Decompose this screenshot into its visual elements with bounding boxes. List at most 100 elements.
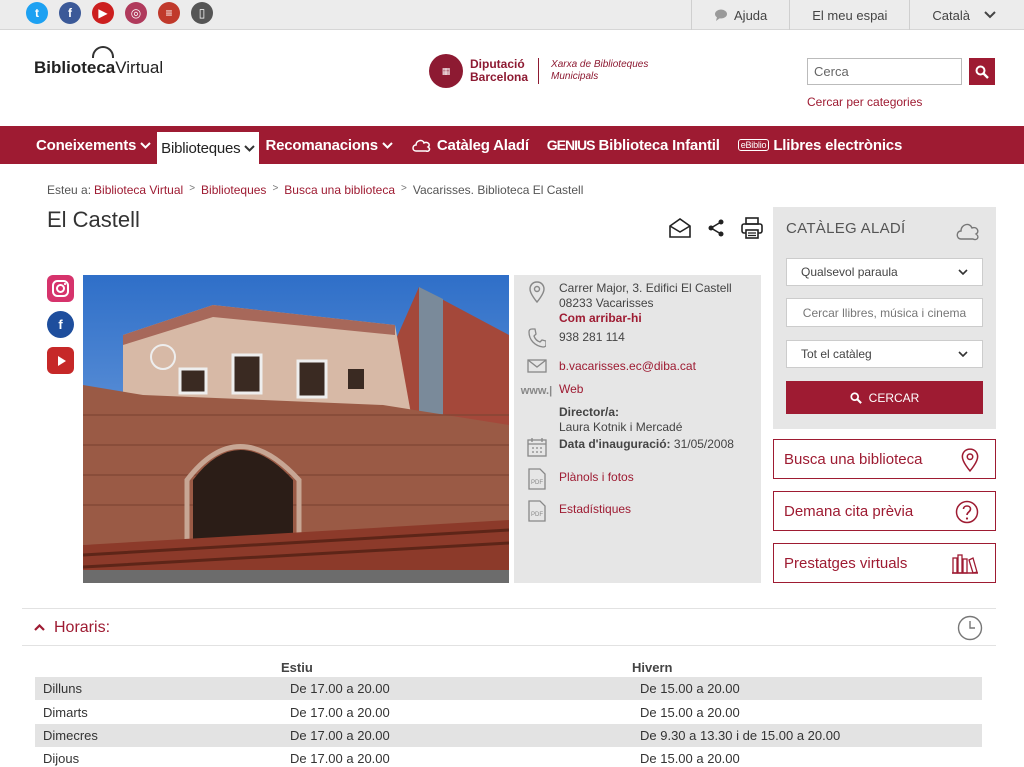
mobile-icon[interactable]: ▯ bbox=[191, 2, 213, 24]
book-appointment-label: Demana cita prèvia bbox=[784, 502, 914, 520]
day-cell: Dilluns bbox=[43, 681, 83, 696]
envelope-icon bbox=[526, 359, 547, 373]
nav-item-biblioteca-infantil[interactable]: GENIUS Biblioteca Infantil bbox=[541, 126, 726, 164]
nav-item-biblioteques[interactable]: Biblioteques bbox=[157, 132, 260, 164]
nav-item-coneixements[interactable]: Coneixements bbox=[30, 126, 157, 164]
my-space-link[interactable]: El meu espai bbox=[789, 0, 909, 30]
chevron-down-icon bbox=[958, 351, 968, 357]
share-button[interactable] bbox=[704, 216, 728, 240]
help-link[interactable]: Ajuda bbox=[691, 0, 789, 30]
chevron-down-icon bbox=[984, 11, 996, 19]
inauguration-row: Data d'inauguració: 31/05/2008 bbox=[514, 437, 734, 457]
wifi-icon bbox=[92, 46, 114, 58]
facebook-icon[interactable]: f bbox=[47, 311, 74, 338]
blog-icon[interactable]: ≡ bbox=[158, 2, 180, 24]
email-share-button[interactable] bbox=[668, 216, 692, 240]
summer-cell: De 17.00 a 20.00 bbox=[290, 681, 390, 696]
genius-logo-icon: GENIUS bbox=[546, 137, 596, 153]
twitter-icon[interactable]: t bbox=[26, 2, 48, 24]
question-circle-icon bbox=[955, 500, 979, 524]
table-row: Dimecres De 17.00 a 20.00 De 9.30 a 13.3… bbox=[35, 724, 982, 747]
schedule-header[interactable]: Horaris: bbox=[22, 610, 996, 646]
svg-text:PDF: PDF bbox=[531, 512, 543, 518]
book-appointment-button[interactable]: Demana cita prèvia bbox=[773, 491, 996, 531]
diputacio-logo[interactable]: ▦ Diputació Barcelona Xarxa de Biblioteq… bbox=[429, 54, 648, 88]
page-actions bbox=[668, 216, 764, 240]
chevron-down-icon bbox=[244, 144, 256, 152]
phone-number: 938 281 114 bbox=[559, 330, 625, 344]
nav-item-llibres-electronics[interactable]: eBiblio Llibres electrònics bbox=[732, 126, 908, 164]
utility-nav: Ajuda El meu espai Català bbox=[691, 0, 1024, 30]
virtual-shelves-label: Prestatges virtuals bbox=[784, 554, 908, 572]
chevron-up-icon bbox=[34, 622, 45, 634]
catalog-search-button[interactable]: CERCAR bbox=[786, 381, 983, 414]
winter-cell: De 9.30 a 13.30 i de 15.00 a 20.00 bbox=[640, 728, 841, 743]
catalog-search-label: CERCAR bbox=[868, 390, 920, 405]
breadcrumb-link[interactable]: Busca una biblioteca bbox=[284, 183, 395, 197]
phone-icon bbox=[527, 328, 546, 348]
nav-label: Catàleg Aladí bbox=[436, 136, 529, 154]
address-line1: Carrer Major, 3. Edifici El Castell bbox=[559, 281, 732, 295]
catalog-scope-select[interactable]: Tot el catàleg bbox=[786, 340, 983, 368]
day-cell: Dimecres bbox=[43, 728, 98, 743]
top-bar: t f ▶ ◎ ≡ ▯ Ajuda El meu espai Català bbox=[0, 0, 1024, 30]
nav-item-recomanacions[interactable]: Recomanacions bbox=[259, 126, 398, 164]
email-link[interactable]: b.vacarisses.ec@diba.cat bbox=[559, 359, 696, 374]
print-button[interactable] bbox=[740, 216, 764, 240]
clock-icon bbox=[957, 615, 983, 641]
search-button[interactable] bbox=[969, 58, 995, 85]
search-mode-select[interactable]: Qualsevol paraula bbox=[786, 258, 983, 286]
cloud-icon bbox=[412, 139, 431, 152]
nav-label: Recomanacions bbox=[265, 136, 378, 154]
diputacio-name: Diputació Barcelona bbox=[470, 58, 528, 84]
aladi-catalog-search: CATÀLEG ALADÍ Qualsevol paraula Cercar l… bbox=[773, 207, 996, 429]
winter-cell: De 15.00 a 20.00 bbox=[640, 705, 740, 720]
breadcrumb-separator: > bbox=[272, 183, 279, 194]
winter-column-header: Hivern bbox=[632, 660, 673, 675]
breadcrumb-prefix: Esteu a: bbox=[47, 183, 92, 197]
email-row: b.vacarisses.ec@diba.cat bbox=[514, 359, 696, 374]
inauguration-label: Data d'inauguració: bbox=[559, 437, 671, 451]
inauguration-date: 31/05/2008 bbox=[673, 437, 734, 451]
aladi-title: CATÀLEG ALADÍ bbox=[786, 220, 906, 237]
summer-cell: De 17.00 a 20.00 bbox=[290, 751, 390, 766]
printer-icon bbox=[741, 217, 763, 239]
language-selector[interactable]: Català bbox=[909, 0, 1024, 30]
web-link[interactable]: Web bbox=[559, 382, 583, 397]
web-row: www.| Web bbox=[514, 382, 584, 397]
library-photo bbox=[83, 275, 509, 583]
directions-link[interactable]: Com arribar-hi bbox=[559, 311, 732, 326]
section-divider bbox=[22, 608, 996, 609]
map-pin-icon bbox=[961, 448, 979, 472]
instagram-icon[interactable]: ◎ bbox=[125, 2, 147, 24]
breadcrumb-link[interactable]: Biblioteca Virtual bbox=[94, 183, 183, 197]
nav-label: Coneixements bbox=[36, 136, 137, 154]
breadcrumb-link[interactable]: Biblioteques bbox=[201, 183, 266, 197]
instagram-icon[interactable] bbox=[47, 275, 74, 302]
youtube-icon[interactable]: ▶ bbox=[92, 2, 114, 24]
day-cell: Dijous bbox=[43, 751, 80, 766]
library-info-panel: Carrer Major, 3. Edifici El Castell 0823… bbox=[514, 275, 761, 583]
svg-text:PDF: PDF bbox=[531, 480, 543, 486]
logo-divider bbox=[538, 58, 540, 84]
youtube-icon[interactable] bbox=[47, 347, 74, 374]
main-nav: Coneixements Biblioteques Recomanacions … bbox=[0, 126, 1024, 164]
address-line2: 08233 Vacarisses bbox=[559, 296, 654, 310]
virtual-shelves-button[interactable]: Prestatges virtuals bbox=[773, 543, 996, 583]
summer-column-header: Estiu bbox=[281, 660, 313, 675]
facebook-icon[interactable]: f bbox=[59, 2, 81, 24]
catalog-search-input[interactable]: Cercar llibres, música i cinema bbox=[786, 298, 983, 327]
search-icon bbox=[850, 391, 862, 404]
search-input[interactable] bbox=[807, 58, 962, 85]
stats-link[interactable]: Estadístiques bbox=[559, 500, 631, 522]
my-space-label: El meu espai bbox=[812, 7, 888, 23]
find-library-label: Busca una biblioteca bbox=[784, 450, 923, 468]
catalog-scope-value: Tot el catàleg bbox=[801, 347, 872, 361]
nav-item-cataleg-aladi[interactable]: Catàleg Aladí bbox=[405, 126, 535, 164]
search-categories-link[interactable]: Cercar per categories bbox=[807, 95, 922, 109]
find-library-button[interactable]: Busca una biblioteca bbox=[773, 439, 996, 479]
calendar-icon bbox=[526, 438, 547, 457]
summer-cell: De 17.00 a 20.00 bbox=[290, 728, 390, 743]
biblioteca-virtual-logo[interactable]: BibliotecaVirtual bbox=[34, 46, 163, 78]
plans-link[interactable]: Plànols i fotos bbox=[559, 468, 634, 490]
